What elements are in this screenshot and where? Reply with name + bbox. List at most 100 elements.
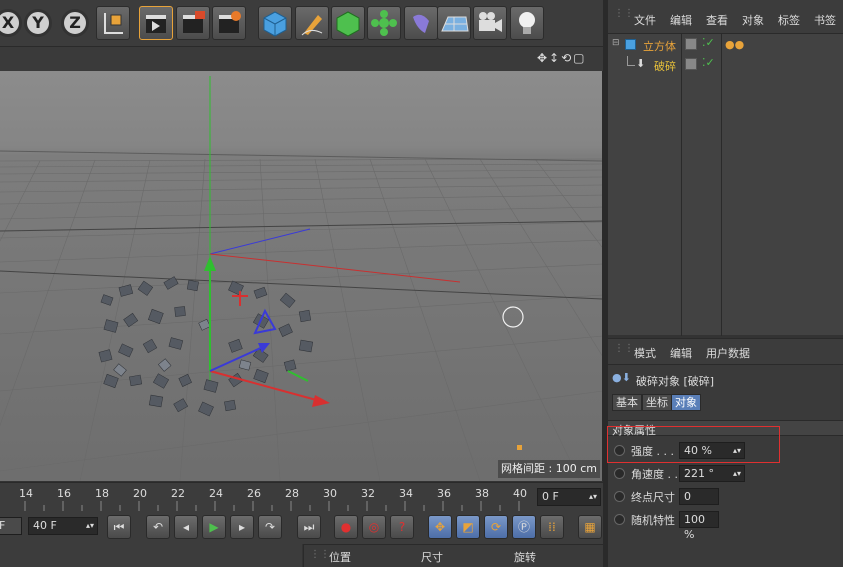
object-column-divider [681, 34, 682, 336]
next-key-icon: ↷ [264, 520, 276, 534]
timeline-tick: 34 [399, 487, 413, 500]
debris-cloud [98, 276, 314, 417]
menu-edit[interactable]: 编辑 [670, 345, 692, 361]
subdivision-icon [336, 11, 360, 37]
coordinates-panel-left [0, 544, 302, 567]
coords-header-size: 尺寸 [421, 551, 443, 564]
menu-view[interactable]: 查看 [706, 12, 728, 28]
spinner-icon: ▴▾ [588, 492, 597, 501]
end-size-label: 终点尺寸 [631, 491, 675, 504]
timeline-tick: 30 [323, 487, 337, 500]
visibility-toggle[interactable] [685, 38, 697, 50]
previous-frame-button[interactable]: ◂ [174, 515, 198, 539]
viewport-grid [0, 76, 602, 481]
play-button[interactable]: ▶ [202, 515, 226, 539]
go-to-end-icon: ⏭ [303, 520, 315, 534]
viewport-nav-icons[interactable]: ✥↕⟲▢ [537, 51, 599, 67]
tab-coordinates[interactable]: 坐标 [642, 394, 672, 411]
floor-icon [441, 16, 469, 32]
render-picture-viewer-icon [183, 11, 205, 33]
coordinate-system-button[interactable] [96, 6, 130, 40]
render-settings-icon [219, 11, 241, 33]
angular-speed-radio[interactable] [614, 468, 625, 479]
timeline-tick: 40 [513, 487, 527, 500]
render-settings-button[interactable] [212, 6, 246, 40]
end-frame-field[interactable]: 40 F ▴▾ [28, 517, 98, 535]
camera-icon [479, 12, 502, 32]
subdivision-button[interactable] [331, 6, 365, 40]
viewport[interactable]: 网格间距 : 100 cm [0, 71, 603, 481]
light-icon [519, 12, 535, 34]
help-icon: ? [398, 520, 406, 534]
light-button[interactable] [510, 6, 544, 40]
menu-bookmarks[interactable]: 书签 [814, 12, 836, 28]
timeline-button[interactable]: ▦ [578, 515, 602, 539]
object-name: 立方体 [643, 40, 676, 53]
end-frame-value: 40 F [33, 519, 57, 532]
grip-icon: ⋮⋮ [310, 549, 330, 560]
camera-button[interactable] [473, 6, 507, 40]
timeline-ruler[interactable] [0, 482, 533, 512]
cube-button[interactable] [258, 6, 292, 40]
menu-tags[interactable]: 标签 [778, 12, 800, 28]
visibility-toggle[interactable] [685, 58, 697, 70]
previous-key-button[interactable]: ↶ [146, 515, 170, 539]
play-icon: ▶ [209, 520, 219, 534]
cloner-button[interactable] [367, 6, 401, 40]
render-view-button[interactable] [139, 6, 173, 40]
menu-file[interactable]: 文件 [634, 12, 656, 28]
pen-button[interactable] [295, 6, 329, 40]
tag-column-divider [721, 34, 722, 336]
angular-speed-label: 角速度 . . [631, 468, 678, 481]
material-tag-icon[interactable]: ●● [725, 38, 744, 51]
end-size-radio[interactable] [614, 491, 625, 502]
collapse-icon[interactable]: ⊟ [612, 38, 620, 48]
timeline-tick: 22 [171, 487, 185, 500]
randomness-field[interactable]: 100 % [679, 511, 719, 541]
end-size-field[interactable]: 0 [679, 488, 719, 505]
pla-icon: ⁞⁞ [548, 520, 556, 534]
x-axis-lock-button[interactable]: X [0, 9, 22, 37]
angular-speed-field[interactable]: 221 ° ▴▾ [679, 465, 745, 482]
enabled-check-icon[interactable]: ⁚✓ [702, 36, 715, 49]
timeline-tick: 20 [133, 487, 147, 500]
randomness-radio[interactable] [614, 514, 625, 525]
deformer-button[interactable] [404, 6, 438, 40]
start-frame-field[interactable]: F [0, 517, 22, 535]
y-axis-lock-button[interactable]: Y [24, 9, 52, 37]
next-key-button[interactable]: ↷ [258, 515, 282, 539]
coordinates-header: ⋮⋮ 位置 尺寸 旋转 [303, 544, 605, 567]
go-to-end-button[interactable]: ⏭ [297, 515, 321, 539]
current-frame-field[interactable]: 0 F ▴▾ [537, 488, 601, 506]
render-picture-viewer-button[interactable] [176, 6, 210, 40]
menu-mode[interactable]: 模式 [634, 345, 656, 361]
timeline-tick: 14 [19, 487, 33, 500]
timeline-ticks [24, 501, 520, 511]
list-item[interactable]: ⬇ 破碎 ⁚✓ [608, 56, 843, 74]
menu-object[interactable]: 对象 [742, 12, 764, 28]
menu-edit[interactable]: 编辑 [670, 12, 692, 28]
go-to-start-button[interactable]: ⏮ [107, 515, 131, 539]
key-scale-button[interactable]: ◩ [456, 515, 480, 539]
enabled-check-icon[interactable]: ⁚✓ [702, 56, 715, 69]
record-button[interactable]: ● [334, 515, 358, 539]
key-parameter-button[interactable]: Ⓟ [512, 515, 536, 539]
floor-button[interactable] [437, 6, 471, 40]
tab-basic[interactable]: 基本 [612, 394, 642, 411]
menu-user-data[interactable]: 用户数据 [706, 345, 750, 361]
z-axis-lock-button[interactable]: Z [61, 9, 89, 37]
key-rotation-button[interactable]: ⟳ [484, 515, 508, 539]
tab-object[interactable]: 对象 [671, 394, 701, 411]
fracture-object-icon: ●⬇ [612, 371, 631, 384]
key-help-button[interactable]: ? [390, 515, 414, 539]
coordinate-system-icon [104, 13, 123, 34]
viewport-header: ✥↕⟲▢ [0, 47, 603, 71]
coords-header-position: 位置 [329, 551, 351, 564]
key-pla-button[interactable]: ⁞⁞ [540, 515, 564, 539]
next-frame-icon: ▸ [238, 520, 246, 534]
next-frame-button[interactable]: ▸ [230, 515, 254, 539]
record-key-icon: ● [340, 520, 352, 534]
auto-key-button[interactable]: ◎ [362, 515, 386, 539]
key-position-button[interactable]: ✥ [428, 515, 452, 539]
list-item[interactable]: ⊟ 立方体 ⁚✓ ●● [608, 36, 843, 54]
